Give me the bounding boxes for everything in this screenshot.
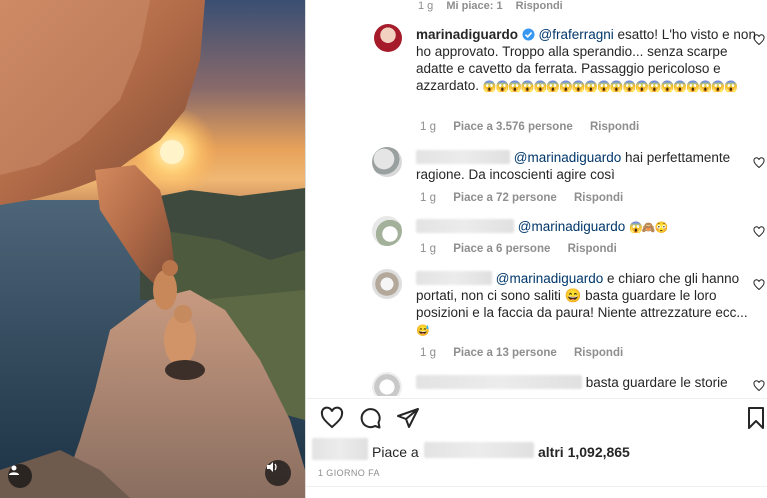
photo-scene xyxy=(0,0,305,498)
comment-time: 1 g xyxy=(420,243,436,255)
bookmark-icon[interactable] xyxy=(744,406,767,430)
reply-link[interactable]: Rispondi xyxy=(590,121,639,133)
comment-likes[interactable]: Piace a 13 persone xyxy=(453,347,557,359)
like-heart-icon[interactable] xyxy=(753,34,765,46)
comment-username[interactable]: marinadiguardo xyxy=(416,27,518,42)
comment-likes[interactable]: Piace a 6 persone xyxy=(453,243,550,255)
reply-link[interactable]: Rispondi xyxy=(516,0,563,12)
hidden-username xyxy=(416,219,514,233)
post-date[interactable]: 1 GIORNO FA xyxy=(318,468,380,478)
comment-likes[interactable]: Piace a 3.576 persone xyxy=(453,121,573,133)
hidden-username xyxy=(416,375,582,389)
comment-likes[interactable]: Mi piace: 1 xyxy=(446,0,502,12)
comment-meta: 1 g Piace a 72 persone Rispondi xyxy=(420,192,637,204)
avatar[interactable] xyxy=(372,372,402,396)
hidden-liker xyxy=(424,442,534,458)
avatar[interactable] xyxy=(374,24,402,52)
comment-text: @marinadiguardo e chiaro che gli hanno p… xyxy=(416,270,756,340)
comment-time: 1 g xyxy=(420,121,436,133)
like-heart-icon[interactable] xyxy=(753,226,765,238)
divider xyxy=(306,486,767,487)
avatar[interactable] xyxy=(372,216,402,246)
mention-link[interactable]: @marinadiguardo xyxy=(514,150,622,165)
comment-text: @marinadiguardo 😱🙈😳 xyxy=(416,218,756,237)
comment-meta: 1 g Piace a 13 persone Rispondi xyxy=(420,347,637,359)
liker-avatars xyxy=(312,438,368,460)
comment-body: basta guardare le storie xyxy=(585,375,728,390)
comment-time: 1 g xyxy=(420,192,436,204)
post-photo[interactable] xyxy=(0,0,305,498)
reply-link[interactable]: Rispondi xyxy=(574,347,623,359)
likes-label: Piace a xyxy=(372,444,419,460)
previous-comment-meta: 1 g Mi piace: 1 Rispondi xyxy=(418,0,573,12)
like-heart-icon[interactable] xyxy=(753,380,765,392)
comment-time: 1 g xyxy=(420,347,436,359)
hidden-username xyxy=(416,150,510,164)
mention-link[interactable]: @marinadiguardo xyxy=(496,271,604,286)
comment-emoji: 😱😱😱😱😱😱😱😱😱😱😱😱😱😱😱😱😱😱😱😱 xyxy=(482,81,738,93)
comment-emoji: 😱🙈😳 xyxy=(629,222,668,234)
avatar[interactable] xyxy=(372,269,402,299)
tagged-user-icon[interactable] xyxy=(8,464,32,488)
comment-time: 1 g xyxy=(418,0,434,12)
mention-link[interactable]: @fraferragni xyxy=(539,27,614,42)
share-icon[interactable] xyxy=(396,406,420,430)
comment-meta: 1 g Piace a 6 persone Rispondi xyxy=(420,243,631,255)
mention-link[interactable]: @marinadiguardo xyxy=(518,219,626,234)
comment-item: basta guardare le storie xyxy=(306,372,767,396)
reply-link[interactable]: Rispondi xyxy=(574,192,623,204)
comment-text: marinadiguardo @fraferragni esatto! L'ho… xyxy=(416,26,756,96)
hidden-username xyxy=(416,271,492,285)
audio-icon[interactable] xyxy=(265,460,291,486)
comment-likes[interactable]: Piace a 72 persone xyxy=(453,192,557,204)
comment-text: basta guardare le storie xyxy=(416,374,756,391)
comment-emoji: 😅 xyxy=(416,325,430,337)
verified-badge-icon xyxy=(522,28,535,41)
like-heart-icon[interactable] xyxy=(753,157,765,169)
likes-summary: Piace a altri 1,092,865 xyxy=(306,438,767,462)
avatar[interactable] xyxy=(372,147,402,177)
comment-icon[interactable] xyxy=(358,406,382,430)
like-heart-icon[interactable] xyxy=(320,406,344,430)
likes-count[interactable]: altri 1,092,865 xyxy=(538,444,630,460)
like-heart-icon[interactable] xyxy=(753,279,765,291)
comment-text: @marinadiguardo hai perfettamente ragion… xyxy=(416,149,756,183)
reply-link[interactable]: Rispondi xyxy=(568,243,617,255)
comment-meta: 1 g Piace a 3.576 persone Rispondi xyxy=(420,121,653,133)
post-action-bar xyxy=(306,398,767,434)
